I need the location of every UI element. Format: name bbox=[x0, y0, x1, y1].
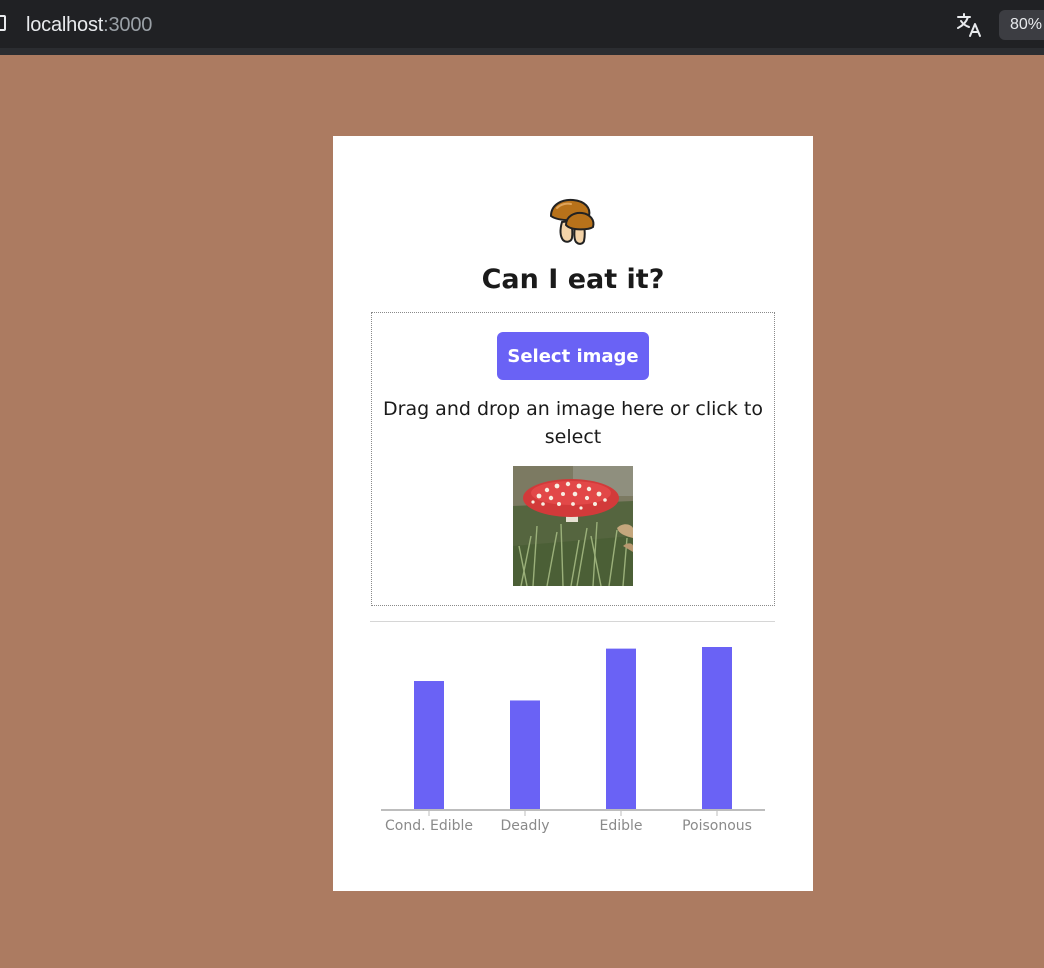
select-image-button[interactable]: Select image bbox=[497, 332, 649, 380]
url-port: :3000 bbox=[103, 14, 153, 36]
dropzone-instructions: Drag and drop an image here or click to … bbox=[383, 398, 763, 448]
zoom-indicator[interactable]: 80% bbox=[999, 10, 1044, 40]
x-tick-label: Edible bbox=[599, 818, 642, 834]
bar-edible bbox=[606, 648, 636, 809]
x-tick-label: Deadly bbox=[500, 818, 549, 834]
preview-image bbox=[513, 466, 633, 586]
toolbar-divider bbox=[0, 48, 1044, 55]
bar-deadly bbox=[510, 700, 540, 809]
prediction-bar-chart: Cond. Edible Deadly Edible Poisonous bbox=[381, 647, 765, 834]
translate-icon[interactable] bbox=[955, 11, 983, 39]
url-host: localhost bbox=[26, 14, 104, 36]
x-tick-label: Cond. Edible bbox=[385, 818, 473, 834]
x-tick-label: Poisonous bbox=[682, 818, 752, 834]
main-card: Can I eat it? Select image Drag and drop… bbox=[333, 136, 813, 891]
address-bar[interactable]: localhost:3000 bbox=[26, 12, 152, 38]
section-divider bbox=[370, 621, 775, 622]
page-icon[interactable] bbox=[0, 15, 6, 31]
mushroom-icon bbox=[549, 198, 595, 245]
bar-cond-edible bbox=[414, 681, 444, 809]
image-dropzone[interactable]: Select image Drag and drop an image here… bbox=[371, 312, 775, 606]
bar-poisonous bbox=[702, 647, 732, 809]
page-title: Can I eat it? bbox=[481, 264, 665, 295]
browser-toolbar: localhost:3000 80% bbox=[0, 0, 1044, 48]
